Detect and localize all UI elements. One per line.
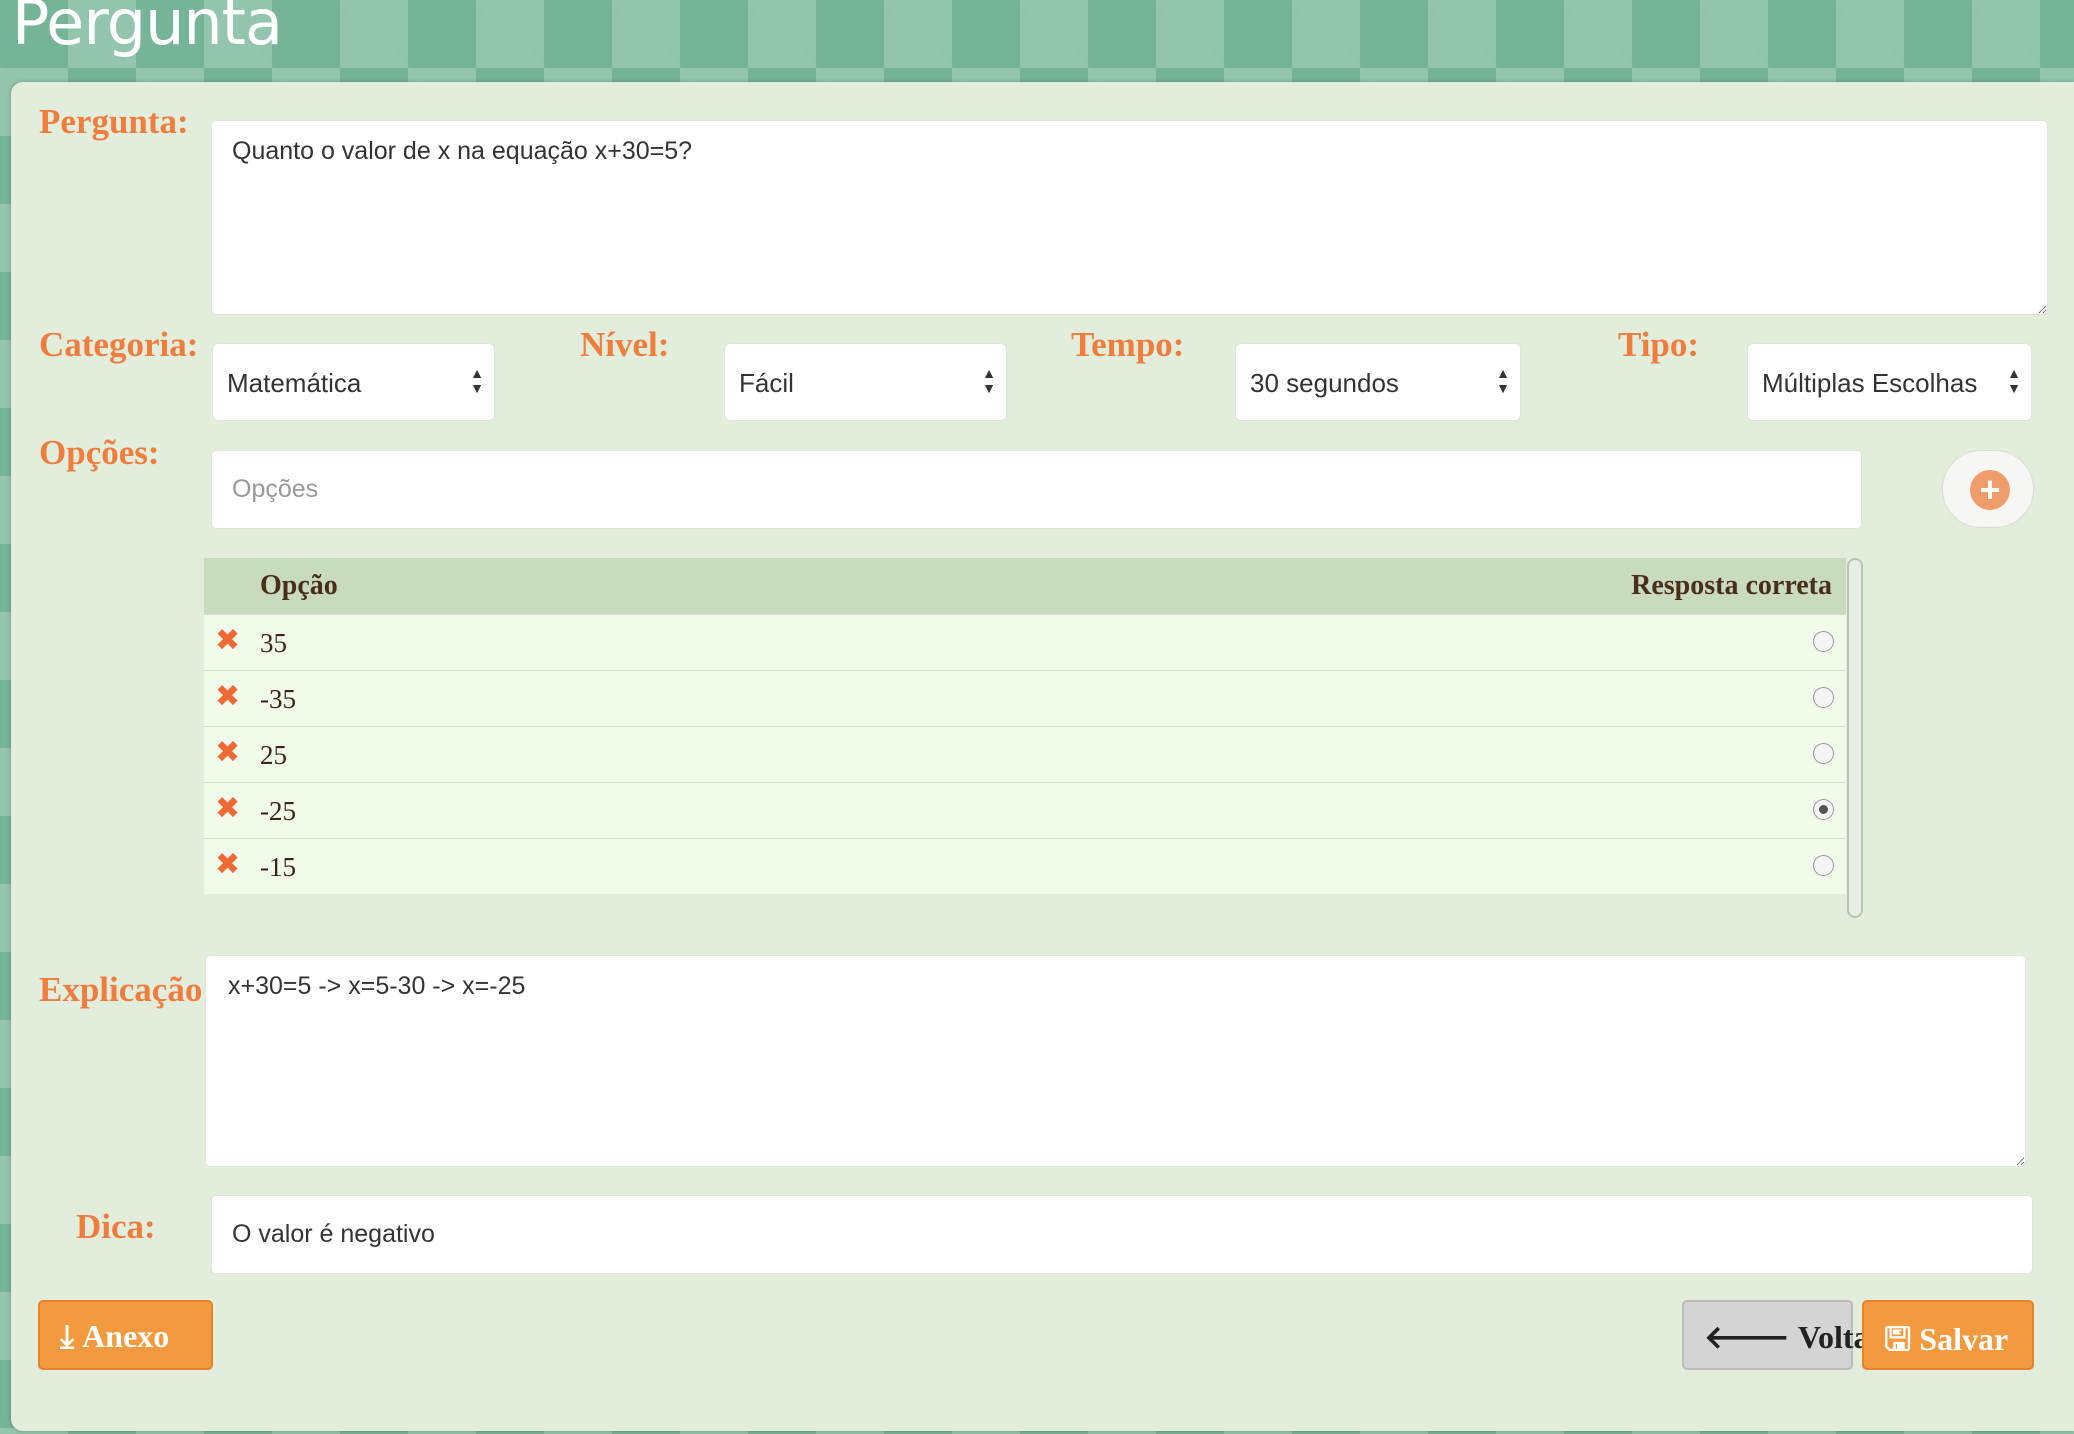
select-arrows-icon: ▲ ▼ <box>470 365 484 396</box>
attachment-button[interactable]: ⤓ Anexo <box>38 1300 213 1370</box>
save-button[interactable]: 🖫 Salvar <box>1862 1300 2034 1370</box>
time-select[interactable]: 30 segundos ▲ ▼ <box>1235 343 1521 421</box>
options-table: Opção Resposta correta ✖ 35 ✖ -35 ✖ 25 ✖… <box>204 558 1846 894</box>
question-label: Pergunta: <box>39 102 189 141</box>
attachment-button-label: Anexo <box>82 1318 170 1354</box>
options-table-header: Opção Resposta correta <box>204 558 1846 614</box>
time-select-value: 30 segundos <box>1250 368 1399 398</box>
table-row: ✖ -15 <box>204 838 1846 894</box>
level-select[interactable]: Fácil ▲ ▼ <box>724 343 1007 421</box>
table-row: ✖ 35 <box>204 614 1846 670</box>
correct-answer-radio[interactable] <box>1813 799 1834 820</box>
hint-label: Dica: <box>76 1207 156 1246</box>
option-value: 25 <box>260 740 287 770</box>
type-select[interactable]: Múltiplas Escolhas ▲ ▼ <box>1747 343 2032 421</box>
correct-answer-radio[interactable] <box>1813 743 1834 764</box>
type-select-value: Múltiplas Escolhas <box>1762 368 1978 398</box>
delete-option-icon[interactable]: ✖ <box>215 623 240 658</box>
correct-answer-radio[interactable] <box>1813 855 1834 876</box>
delete-option-icon[interactable]: ✖ <box>215 735 240 770</box>
select-arrows-icon: ▲ ▼ <box>1496 365 1510 396</box>
correct-answer-radio[interactable] <box>1813 687 1834 708</box>
page-title: Pergunta <box>12 0 283 59</box>
options-label: Opções: <box>39 433 160 472</box>
select-arrows-icon: ▲ ▼ <box>982 365 996 396</box>
explanation-label: Explicação: <box>39 970 214 1009</box>
table-row: ✖ 25 <box>204 726 1846 782</box>
column-header-option: Opção <box>260 570 338 601</box>
plus-circle-icon: + <box>1970 470 2010 510</box>
hint-input[interactable] <box>211 1195 2033 1274</box>
back-button[interactable]: 🡐 Voltar <box>1682 1300 1884 1370</box>
option-value: -35 <box>260 684 296 714</box>
table-row: ✖ -35 <box>204 670 1846 726</box>
option-value: -25 <box>260 796 296 826</box>
floppy-disk-icon: 🖫 <box>1884 1320 1912 1358</box>
save-button-label: Salvar <box>1919 1321 2009 1357</box>
arrow-left-icon: 🡐 <box>1704 1318 1790 1356</box>
delete-option-icon[interactable]: ✖ <box>215 791 240 826</box>
correct-answer-radio[interactable] <box>1813 631 1834 652</box>
type-label: Tipo: <box>1618 325 1700 364</box>
download-icon: ⤓ <box>60 1317 75 1355</box>
select-arrows-icon: ▲ ▼ <box>2007 365 2021 396</box>
option-value: 35 <box>260 628 287 658</box>
option-value: -15 <box>260 852 296 882</box>
table-row: ✖ -25 <box>204 782 1846 838</box>
explanation-textarea[interactable]: x+30=5 -> x=5-30 -> x=-25 <box>205 955 2026 1167</box>
level-label: Nível: <box>580 325 670 364</box>
category-select-value: Matemática <box>227 368 362 398</box>
time-label: Tempo: <box>1071 325 1185 364</box>
delete-option-icon[interactable]: ✖ <box>215 679 240 714</box>
category-select[interactable]: Matemática ▲ ▼ <box>212 343 495 421</box>
delete-option-icon[interactable]: ✖ <box>215 847 240 882</box>
options-input[interactable] <box>211 450 1862 529</box>
column-header-correct-answer: Resposta correta <box>1631 570 1832 601</box>
category-label: Categoria: <box>39 325 199 364</box>
level-select-value: Fácil <box>739 368 794 398</box>
options-table-scrollbar[interactable] <box>1847 558 1863 918</box>
add-option-button[interactable]: + <box>1942 450 2034 528</box>
question-textarea[interactable]: Quanto o valor de x na equação x+30=5? <box>211 120 2048 315</box>
